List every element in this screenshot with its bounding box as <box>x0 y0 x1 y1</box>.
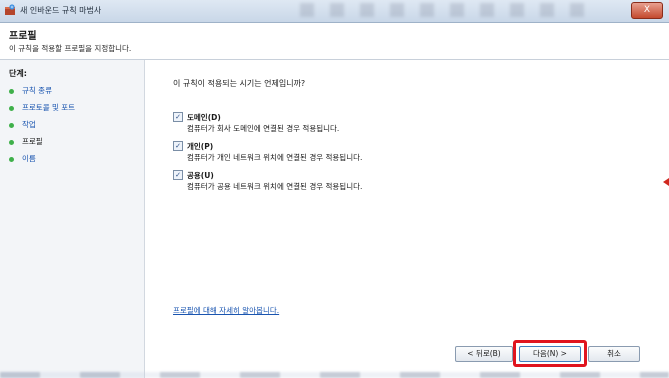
step-label: 이름 <box>22 154 36 163</box>
step-dot-icon <box>9 156 14 162</box>
option-description: 컴퓨터가 회사 도메인에 연결된 경우 적용됩니다. <box>187 124 340 133</box>
step-dot-icon <box>9 88 14 94</box>
option-label: 공용(U) <box>187 171 214 180</box>
step-label: 프로필 <box>22 137 43 146</box>
check-icon: ✓ <box>175 170 181 179</box>
option-domain[interactable]: ✓ 도메인(D) 컴퓨터가 회사 도메인에 연결된 경우 적용됩니다. <box>173 111 339 133</box>
step-dot-icon <box>9 139 14 145</box>
close-button[interactable]: X <box>631 2 663 19</box>
step-name[interactable]: 이름 <box>9 153 36 164</box>
window-title: 새 인바운드 규칙 마법사 <box>20 6 102 15</box>
blurred-window-controls <box>300 3 600 17</box>
steps-title: 단계: <box>9 69 27 78</box>
back-button[interactable]: < 뒤로(B) <box>455 346 513 362</box>
option-description: 컴퓨터가 개인 네트워크 위치에 연결된 경우 적용됩니다. <box>187 153 363 162</box>
option-label: 도메인(D) <box>187 113 221 122</box>
wizard-header: 프로필 이 규칙을 적용할 프로필을 지정합니다. <box>0 23 669 60</box>
step-dot-icon <box>9 122 14 128</box>
private-checkbox[interactable]: ✓ <box>173 140 183 151</box>
step-label: 규칙 종류 <box>22 86 52 95</box>
cancel-button[interactable]: 취소 <box>588 346 640 362</box>
firewall-wizard-icon <box>5 4 15 15</box>
option-label: 개인(P) <box>187 142 214 151</box>
step-label: 프로토콜 및 포트 <box>22 103 76 112</box>
check-icon: ✓ <box>175 112 181 121</box>
check-icon: ✓ <box>175 141 181 150</box>
steps-pane: 단계: 규칙 종류 프로토콜 및 포트 작업 프로필 이름 <box>0 60 145 378</box>
page-subtitle: 이 규칙을 적용할 프로필을 지정합니다. <box>9 44 132 53</box>
option-description: 컴퓨터가 공용 네트워크 위치에 연결된 경우 적용됩니다. <box>187 182 363 191</box>
option-public[interactable]: ✓ 공용(U) 컴퓨터가 공용 네트워크 위치에 연결된 경우 적용됩니다. <box>173 169 362 191</box>
public-checkbox[interactable]: ✓ <box>173 169 183 180</box>
profile-question: 이 규칙이 적용되는 시기는 언제입니까? <box>173 79 306 88</box>
red-arrow-icon <box>663 178 669 186</box>
blurred-taskbar <box>0 372 669 378</box>
domain-checkbox[interactable]: ✓ <box>173 111 183 122</box>
step-action[interactable]: 작업 <box>9 119 36 130</box>
next-button-highlight <box>513 340 587 367</box>
option-private[interactable]: ✓ 개인(P) 컴퓨터가 개인 네트워크 위치에 연결된 경우 적용됩니다. <box>173 140 362 162</box>
page-title: 프로필 <box>9 31 37 42</box>
profile-help-link[interactable]: 프로필에 대해 자세히 알아봅니다. <box>173 305 279 316</box>
step-rule-type[interactable]: 규칙 종류 <box>9 85 52 96</box>
title-bar: 새 인바운드 규칙 마법사 X <box>0 0 669 23</box>
step-protocol-port[interactable]: 프로토콜 및 포트 <box>9 102 75 113</box>
step-profile[interactable]: 프로필 <box>9 136 43 147</box>
main-content: 이 규칙이 적용되는 시기는 언제입니까? ✓ 도메인(D) 컴퓨터가 회사 도메… <box>145 60 669 378</box>
step-dot-icon <box>9 105 14 111</box>
step-label: 작업 <box>22 120 36 129</box>
